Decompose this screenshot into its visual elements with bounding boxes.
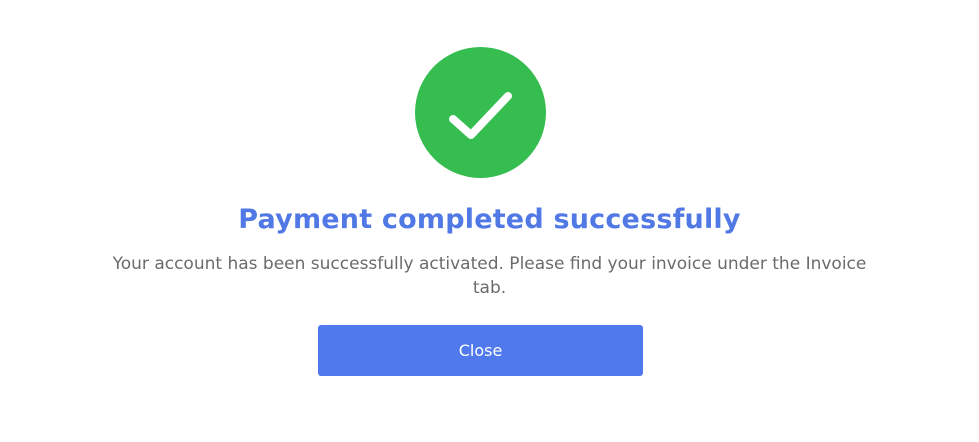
payment-success-dialog: Payment completed successfully Your acco… <box>0 0 979 442</box>
close-button[interactable]: Close <box>318 325 643 376</box>
account-activated-message: Your account has been successfully activ… <box>112 254 867 298</box>
check-circle-icon <box>415 47 546 178</box>
payment-success-title: Payment completed successfully <box>238 204 741 235</box>
